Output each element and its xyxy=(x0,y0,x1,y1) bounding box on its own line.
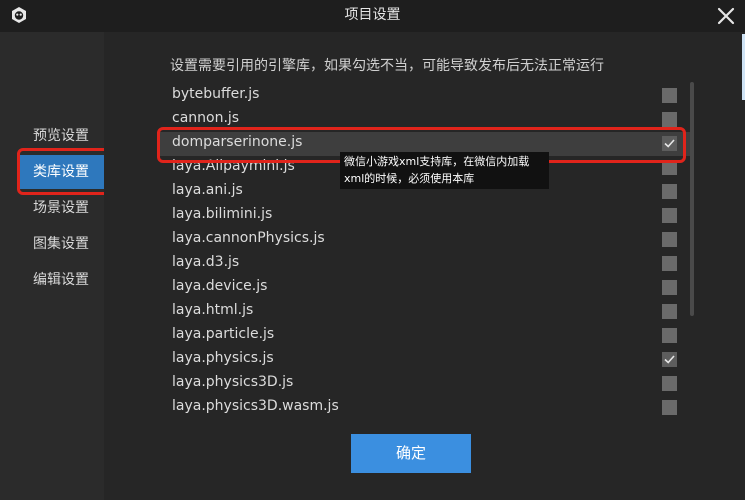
sidebar-item-scene-settings[interactable]: 场景设置 xyxy=(0,191,104,225)
library-list-scrollbar[interactable] xyxy=(690,82,694,316)
window-title: 项目设置 xyxy=(344,7,401,23)
library-name: laya.device.js xyxy=(172,278,268,294)
library-name: laya.bilimini.js xyxy=(172,206,273,222)
library-description: 设置需要引用的引擎库，如果勾选不当，可能导致发布后无法正常运行 xyxy=(170,58,604,74)
sidebar-item-editor-settings[interactable]: 编辑设置 xyxy=(0,263,104,297)
library-row[interactable]: laya.physics.js xyxy=(160,348,690,372)
title-bar: 项目设置 xyxy=(0,0,745,32)
library-row[interactable]: laya.d3.js xyxy=(160,252,690,276)
library-checkbox[interactable] xyxy=(662,304,677,319)
confirm-button[interactable]: 确定 xyxy=(351,434,471,473)
library-name: laya.physics.js xyxy=(172,350,274,366)
library-name: laya.cannonPhysics.js xyxy=(172,230,325,246)
library-tooltip: 微信小游戏xml支持库，在微信内加载 xml的时候，必须使用本库 xyxy=(340,152,549,189)
library-name: cannon.js xyxy=(172,110,240,126)
library-row[interactable]: laya.cannonPhysics.js xyxy=(160,228,690,252)
library-checkbox[interactable] xyxy=(662,328,677,343)
library-checkbox[interactable] xyxy=(662,88,677,103)
library-name: laya.d3.js xyxy=(172,254,240,270)
library-checkbox[interactable] xyxy=(662,352,677,367)
library-checkbox[interactable] xyxy=(662,208,677,223)
library-row[interactable]: laya.physics3D.js xyxy=(160,372,690,396)
library-name: laya.particle.js xyxy=(172,326,275,342)
sidebar-item-label: 编辑设置 xyxy=(33,272,89,288)
library-checkbox[interactable] xyxy=(662,232,677,247)
checkmark-icon xyxy=(664,355,675,364)
library-checkbox[interactable] xyxy=(662,256,677,271)
library-checkbox[interactable] xyxy=(662,400,677,415)
library-name: laya.html.js xyxy=(172,302,254,318)
library-checkbox[interactable] xyxy=(662,112,677,127)
library-row[interactable]: bytebuffer.js xyxy=(160,84,690,108)
sidebar-item-atlas-settings[interactable]: 图集设置 xyxy=(0,227,104,261)
library-checkbox[interactable] xyxy=(662,184,677,199)
library-row[interactable]: laya.device.js xyxy=(160,276,690,300)
library-checkbox[interactable] xyxy=(662,280,677,295)
library-name: laya.physics3D.js xyxy=(172,374,294,390)
library-name: bytebuffer.js xyxy=(172,86,260,102)
library-row[interactable]: laya.particle.js xyxy=(160,324,690,348)
library-row[interactable]: laya.bilimini.js xyxy=(160,204,690,228)
close-icon[interactable] xyxy=(716,6,736,26)
tooltip-line-1: 微信小游戏xml支持库，在微信内加载 xyxy=(344,155,530,168)
library-row[interactable]: laya.html.js xyxy=(160,300,690,324)
library-name: laya.physics3D.wasm.js xyxy=(172,398,339,414)
tooltip-line-2: xml的时候，必须使用本库 xyxy=(344,172,475,185)
library-checkbox[interactable] xyxy=(662,376,677,391)
library-name: laya.ani.js xyxy=(172,182,243,198)
sidebar-item-label: 场景设置 xyxy=(33,200,89,216)
sidebar-item-label: 图集设置 xyxy=(33,236,89,252)
library-row[interactable]: laya.physics3D.wasm.js xyxy=(160,396,690,420)
